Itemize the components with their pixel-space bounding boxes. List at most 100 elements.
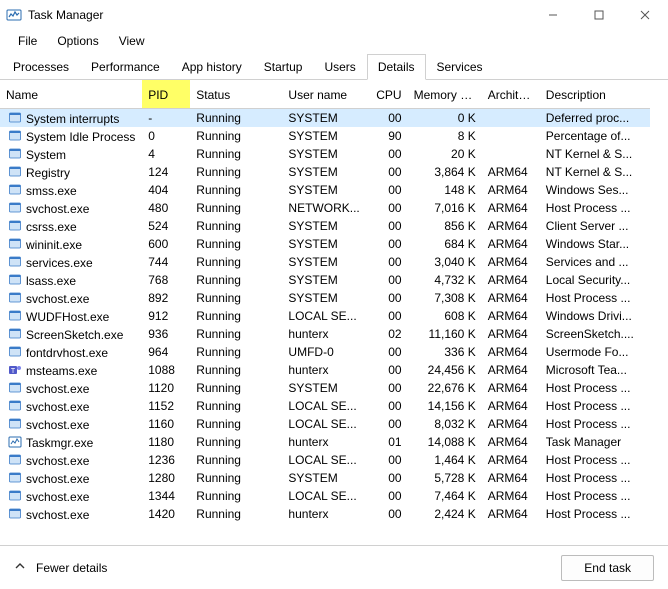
table-row[interactable]: svchost.exe892RunningSYSTEM007,308 KARM6… — [0, 289, 650, 307]
cell-cpu: 00 — [368, 235, 408, 253]
cell-cpu: 00 — [368, 487, 408, 505]
menu-options[interactable]: Options — [47, 32, 108, 50]
cell-pid: 1280 — [142, 469, 190, 487]
cell-status: Running — [190, 379, 282, 397]
cell-pid: 1344 — [142, 487, 190, 505]
table-row[interactable]: wininit.exe600RunningSYSTEM00684 KARM64W… — [0, 235, 650, 253]
cell-name: Registry — [0, 163, 142, 181]
cell-description: Usermode Fo... — [540, 343, 650, 361]
cell-memory: 20 K — [408, 145, 482, 163]
table-row[interactable]: svchost.exe1344RunningLOCAL SE...007,464… — [0, 487, 650, 505]
table-row[interactable]: svchost.exe1280RunningSYSTEM005,728 KARM… — [0, 469, 650, 487]
table-row[interactable]: System interrupts-RunningSYSTEM000 KDefe… — [0, 109, 650, 128]
menu-view[interactable]: View — [109, 32, 155, 50]
col-header-5[interactable]: Memory (a... — [408, 80, 482, 109]
cell-user: hunterx — [282, 361, 367, 379]
fewer-details-toggle[interactable]: Fewer details — [14, 560, 107, 575]
process-name: svchost.exe — [26, 292, 89, 306]
cell-status: Running — [190, 289, 282, 307]
table-row[interactable]: svchost.exe480RunningNETWORK...007,016 K… — [0, 199, 650, 217]
cell-pid: 124 — [142, 163, 190, 181]
cell-description: Windows Star... — [540, 235, 650, 253]
table-row[interactable]: svchost.exe1160RunningLOCAL SE...008,032… — [0, 415, 650, 433]
cell-description: Percentage of... — [540, 127, 650, 145]
cell-name: svchost.exe — [0, 415, 142, 433]
table-row[interactable]: System4RunningSYSTEM0020 KNT Kernel & S.… — [0, 145, 650, 163]
table-row[interactable]: svchost.exe1120RunningSYSTEM0022,676 KAR… — [0, 379, 650, 397]
cell-name: fontdrvhost.exe — [0, 343, 142, 361]
cell-cpu: 00 — [368, 469, 408, 487]
exe-icon — [8, 219, 22, 233]
cell-cpu: 90 — [368, 127, 408, 145]
table-row[interactable]: fontdrvhost.exe964RunningUMFD-000336 KAR… — [0, 343, 650, 361]
tab-app-history[interactable]: App history — [171, 54, 253, 80]
cell-cpu: 00 — [368, 199, 408, 217]
cell-user: SYSTEM — [282, 181, 367, 199]
col-header-4[interactable]: CPU — [368, 80, 408, 109]
tab-services[interactable]: Services — [426, 54, 494, 80]
table-row[interactable]: lsass.exe768RunningSYSTEM004,732 KARM64L… — [0, 271, 650, 289]
cell-memory: 8,032 K — [408, 415, 482, 433]
table-row[interactable]: svchost.exe1236RunningLOCAL SE...001,464… — [0, 451, 650, 469]
col-header-0[interactable]: Name — [0, 80, 142, 109]
table-row[interactable]: WUDFHost.exe912RunningLOCAL SE...00608 K… — [0, 307, 650, 325]
cell-description: NT Kernel & S... — [540, 163, 650, 181]
cell-status: Running — [190, 325, 282, 343]
cell-status: Running — [190, 415, 282, 433]
exe-icon — [8, 327, 22, 341]
table-row[interactable]: Taskmgr.exe1180Runninghunterx0114,088 KA… — [0, 433, 650, 451]
table-row[interactable]: services.exe744RunningSYSTEM003,040 KARM… — [0, 253, 650, 271]
cell-cpu: 00 — [368, 307, 408, 325]
svc-icon — [8, 489, 22, 503]
table-row[interactable]: svchost.exe1420Runninghunterx002,424 KAR… — [0, 505, 650, 523]
cell-arch — [482, 145, 540, 163]
table-row[interactable]: csrss.exe524RunningSYSTEM00856 KARM64Cli… — [0, 217, 650, 235]
minimize-button[interactable] — [530, 0, 576, 30]
end-task-button[interactable]: End task — [561, 555, 654, 581]
cell-status: Running — [190, 343, 282, 361]
cell-status: Running — [190, 127, 282, 145]
process-name: services.exe — [26, 256, 93, 270]
process-name: svchost.exe — [26, 400, 89, 414]
col-header-7[interactable]: Description — [540, 80, 650, 109]
cell-status: Running — [190, 181, 282, 199]
chevron-up-icon — [14, 560, 26, 575]
close-button[interactable] — [622, 0, 668, 30]
details-table-scroll[interactable]: NamePIDStatusUser nameCPUMemory (a...Arc… — [0, 80, 668, 545]
tab-performance[interactable]: Performance — [80, 54, 171, 80]
cell-name: wininit.exe — [0, 235, 142, 253]
cell-pid: 1088 — [142, 361, 190, 379]
col-header-2[interactable]: Status — [190, 80, 282, 109]
table-row[interactable]: Registry124RunningSYSTEM003,864 KARM64NT… — [0, 163, 650, 181]
table-row[interactable]: smss.exe404RunningSYSTEM00148 KARM64Wind… — [0, 181, 650, 199]
col-header-3[interactable]: User name — [282, 80, 367, 109]
menu-file[interactable]: File — [8, 32, 47, 50]
cell-status: Running — [190, 253, 282, 271]
table-row[interactable]: System Idle Process0RunningSYSTEM908 KPe… — [0, 127, 650, 145]
cell-arch: ARM64 — [482, 505, 540, 523]
cell-name: ScreenSketch.exe — [0, 325, 142, 343]
tab-startup[interactable]: Startup — [253, 54, 314, 80]
cell-user: hunterx — [282, 433, 367, 451]
table-row[interactable]: svchost.exe1152RunningLOCAL SE...0014,15… — [0, 397, 650, 415]
tab-details[interactable]: Details — [367, 54, 426, 80]
cell-memory: 5,728 K — [408, 469, 482, 487]
table-row[interactable]: ScreenSketch.exe936Runninghunterx0211,16… — [0, 325, 650, 343]
tab-users[interactable]: Users — [313, 54, 366, 80]
cell-pid: 524 — [142, 217, 190, 235]
col-header-6[interactable]: Archite... — [482, 80, 540, 109]
menubar: File Options View — [0, 30, 668, 52]
table-row[interactable]: Tmsteams.exe1088Runninghunterx0024,456 K… — [0, 361, 650, 379]
cell-user: SYSTEM — [282, 271, 367, 289]
cell-user: LOCAL SE... — [282, 451, 367, 469]
cell-user: UMFD-0 — [282, 343, 367, 361]
col-header-1[interactable]: PID — [142, 80, 190, 109]
tab-processes[interactable]: Processes — [2, 54, 80, 80]
cell-status: Running — [190, 433, 282, 451]
cell-cpu: 00 — [368, 289, 408, 307]
maximize-button[interactable] — [576, 0, 622, 30]
cell-memory: 7,308 K — [408, 289, 482, 307]
cell-pid: 480 — [142, 199, 190, 217]
cell-name: svchost.exe — [0, 487, 142, 505]
process-name: msteams.exe — [26, 364, 97, 378]
